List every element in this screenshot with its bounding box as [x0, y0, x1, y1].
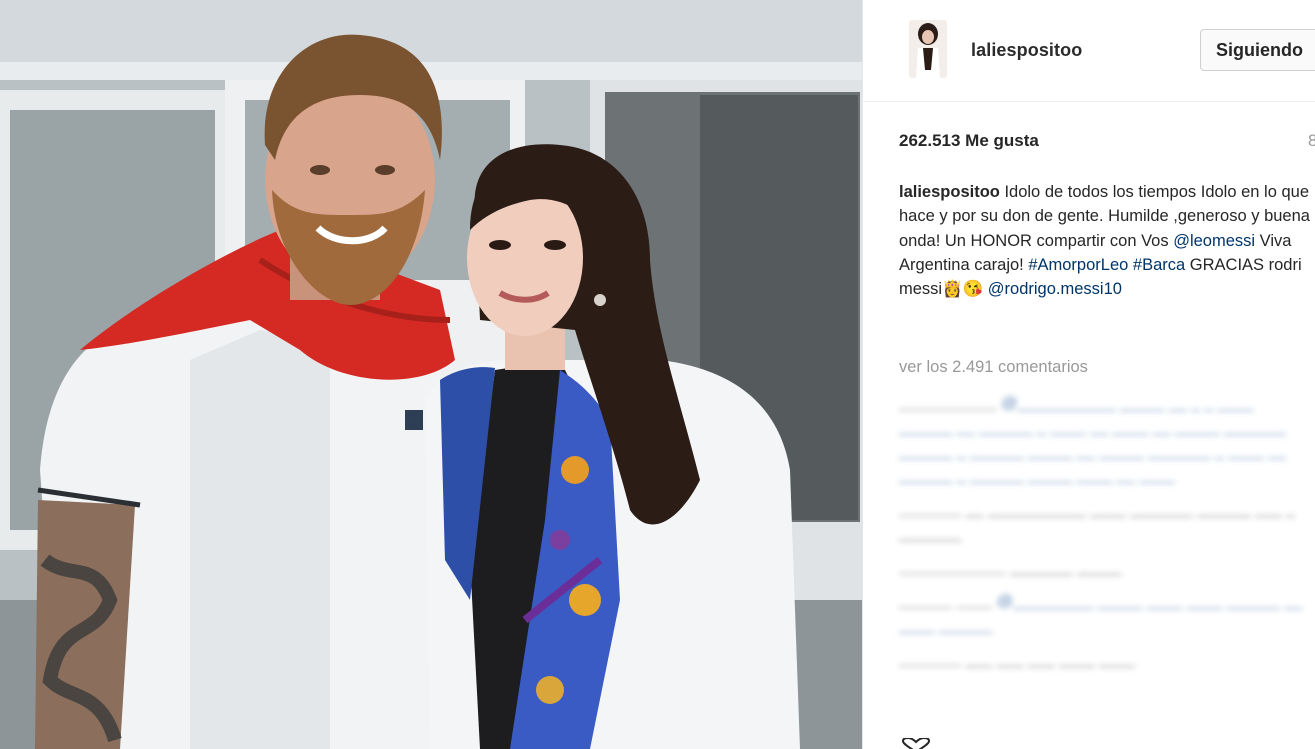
list-item: _______ __ ___________ ____ _______ ____…: [899, 498, 1311, 546]
comment-text: _______ _____: [1010, 559, 1122, 576]
comment-username[interactable]: _______: [899, 651, 961, 668]
avatar[interactable]: [909, 20, 947, 78]
view-comments-link[interactable]: ver los 2.491 comentarios: [899, 358, 1088, 377]
post-photo[interactable]: [0, 0, 862, 749]
list-item: ______ ____ @_________ _____ ____ ____ _…: [899, 590, 1311, 638]
post-panel: laliespositoo Siguiendo 262.513 Me gusta…: [862, 0, 1315, 749]
hashtag-barca[interactable]: #Barca: [1133, 256, 1185, 274]
comment-text: ___ ___ ___ ____ ____: [965, 651, 1135, 668]
likes-count[interactable]: 262.513 Me gusta: [899, 131, 1039, 151]
heart-icon[interactable]: [899, 736, 933, 749]
post-caption: laliespositoo Idolo de todos los tiempos…: [899, 180, 1311, 301]
list-item: _______ ___ ___ ___ ____ ____: [899, 648, 1311, 672]
caption-username[interactable]: laliespositoo: [899, 183, 1000, 201]
comment-username[interactable]: _______: [899, 501, 961, 518]
post-header: laliespositoo Siguiendo: [863, 0, 1315, 102]
mention-leomessi[interactable]: @leomessi: [1173, 232, 1255, 250]
comment-username[interactable]: ____________: [899, 559, 1006, 576]
list-item: ___________ @___________ _____ __ _ _ __…: [899, 392, 1311, 488]
comment-username[interactable]: ______ ____: [899, 593, 992, 610]
photo-illustration: [0, 0, 862, 749]
profile-photo-icon: [909, 20, 947, 78]
post-username[interactable]: laliespositoo: [971, 40, 1082, 61]
post-time: 8: [1308, 131, 1315, 151]
mention-rodrigo-messi[interactable]: @rodrigo.messi10: [988, 280, 1122, 298]
hashtag-amorporleo[interactable]: #AmorporLeo: [1028, 256, 1128, 274]
list-item: ____________ _______ _____: [899, 556, 1311, 580]
action-row: [899, 736, 939, 749]
following-button[interactable]: Siguiendo: [1200, 29, 1315, 71]
emoji: 👸😘: [942, 280, 984, 299]
comments-list: ___________ @___________ _____ __ _ _ __…: [899, 392, 1311, 682]
comment-username[interactable]: ___________: [899, 395, 997, 412]
